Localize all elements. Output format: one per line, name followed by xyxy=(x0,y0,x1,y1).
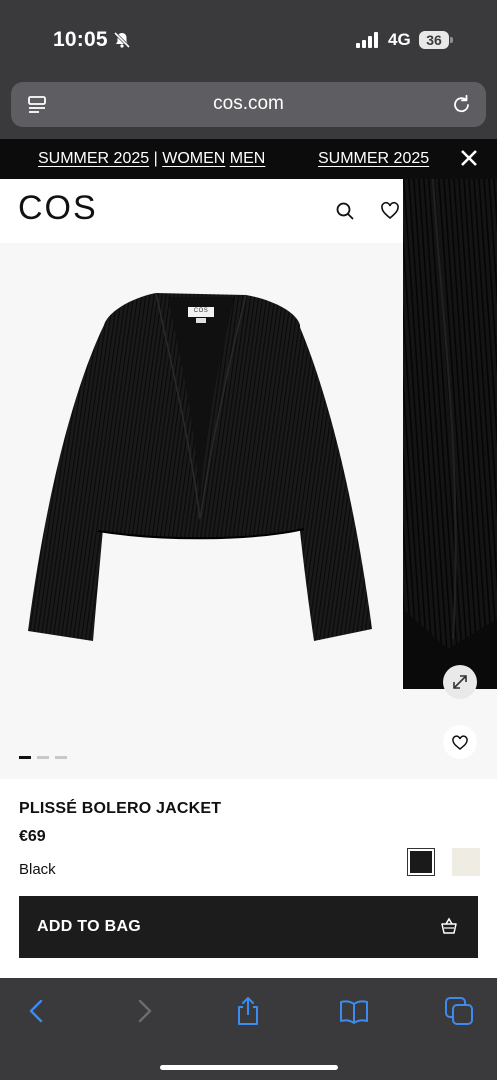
expand-image-button[interactable] xyxy=(443,665,477,699)
cos-logo[interactable]: COS xyxy=(18,189,98,228)
product-page: COS COS PLISSÉ BOLERO JACKET €69 Black A… xyxy=(0,179,497,978)
forward-icon[interactable] xyxy=(129,996,159,1026)
browser-address-area: cos.com xyxy=(0,80,497,139)
promo-link-men[interactable]: MEN xyxy=(230,150,266,167)
gallery-dot[interactable] xyxy=(37,756,49,759)
color-swatch-cream[interactable] xyxy=(452,848,480,876)
add-to-bag-label: ADD TO BAG xyxy=(37,918,142,935)
add-to-bag-button[interactable]: ADD TO BAG xyxy=(19,896,478,958)
favorite-button[interactable] xyxy=(443,725,477,759)
address-bar[interactable]: cos.com xyxy=(11,82,486,127)
status-bar: 10:05 4G 36 xyxy=(0,0,497,80)
gallery-pagination[interactable] xyxy=(19,756,79,760)
search-icon[interactable] xyxy=(335,201,355,221)
bell-slash-icon xyxy=(113,31,131,49)
promo-banner: SUMMER 2025 | WOMEN MEN SUMMER 2025 xyxy=(0,139,497,179)
expand-icon xyxy=(453,675,467,689)
bookmarks-icon[interactable] xyxy=(339,996,369,1026)
heart-icon[interactable] xyxy=(380,201,400,221)
product-image[interactable] xyxy=(0,179,403,779)
signal-icon xyxy=(356,32,378,48)
close-icon[interactable] xyxy=(458,147,480,169)
gallery-dot-active[interactable] xyxy=(19,756,31,759)
swatch-fill xyxy=(410,851,432,873)
battery-icon: 36 xyxy=(419,31,453,49)
home-indicator[interactable] xyxy=(160,1065,338,1070)
tabs-icon[interactable] xyxy=(444,996,474,1026)
promo-link-summer-repeat[interactable]: SUMMER 2025 xyxy=(318,150,429,167)
swatch-fill xyxy=(452,848,480,876)
gallery-dot[interactable] xyxy=(55,756,67,759)
product-gallery[interactable]: COS xyxy=(0,179,403,779)
product-info: PLISSÉ BOLERO JACKET €69 Black ADD TO BA… xyxy=(0,779,497,978)
promo-separator: | xyxy=(153,150,158,167)
url-text[interactable]: cos.com xyxy=(11,93,486,115)
next-product-image[interactable] xyxy=(403,179,497,689)
reload-icon[interactable] xyxy=(451,94,472,115)
garment-label: COS xyxy=(193,308,209,314)
share-icon[interactable] xyxy=(233,996,263,1026)
color-swatch-black[interactable] xyxy=(407,848,435,876)
product-name: PLISSÉ BOLERO JACKET xyxy=(19,800,222,817)
product-color: Black xyxy=(19,861,56,878)
battery-level: 36 xyxy=(426,32,442,48)
back-icon[interactable] xyxy=(22,996,52,1026)
bag-icon xyxy=(441,917,457,934)
site-header: COS xyxy=(0,179,403,243)
product-price: €69 xyxy=(19,828,46,845)
promo-link-summer[interactable]: SUMMER 2025 xyxy=(38,150,149,167)
promo-link-women[interactable]: WOMEN xyxy=(162,150,225,167)
heart-icon xyxy=(452,735,468,750)
network-type: 4G xyxy=(388,30,411,49)
status-time: 10:05 xyxy=(53,28,108,51)
